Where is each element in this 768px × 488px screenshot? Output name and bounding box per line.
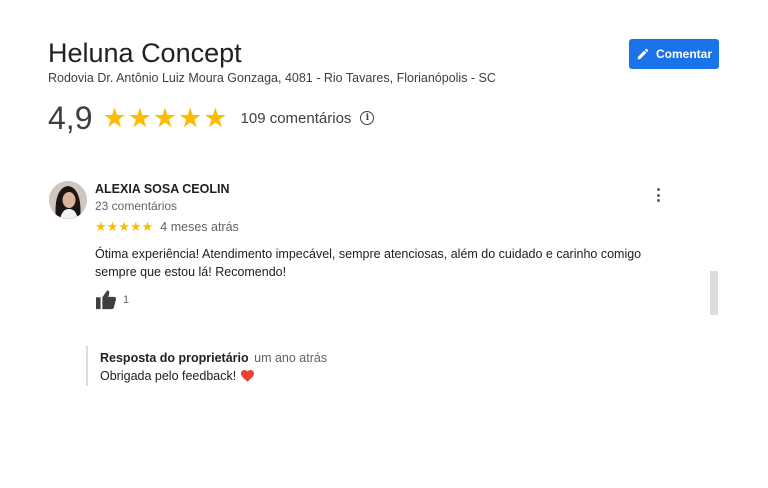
rating-stars: ★★★★★ bbox=[102, 102, 229, 133]
owner-response: Resposta do proprietário um ano atrás Ob… bbox=[86, 346, 327, 386]
owner-response-label: Resposta do proprietário bbox=[100, 351, 249, 365]
owner-response-time: um ano atrás bbox=[254, 351, 328, 365]
like-count: 1 bbox=[123, 294, 130, 306]
owner-response-text: Obrigada pelo feedback! bbox=[100, 369, 237, 383]
like-row: 1 bbox=[95, 290, 129, 310]
business-name: Heluna Concept bbox=[48, 38, 242, 68]
review-text: Ótima experiência! Atendimento impecável… bbox=[95, 247, 642, 279]
review-meta: ★★★★★ 4 meses atrás bbox=[95, 219, 239, 235]
rating-summary: 4,9 ★★★★★ 109 comentários i bbox=[48, 99, 375, 136]
review-time: 4 meses atrás bbox=[160, 220, 239, 234]
comment-button-label: Comentar bbox=[655, 47, 712, 61]
info-icon[interactable]: i bbox=[360, 111, 375, 125]
more-vert-icon[interactable] bbox=[652, 188, 664, 208]
rating-value: 4,9 bbox=[48, 99, 93, 136]
reviewer-avatar[interactable] bbox=[49, 181, 87, 219]
thumb-up-icon[interactable] bbox=[95, 290, 117, 310]
pencil-icon bbox=[637, 48, 649, 60]
scrollbar[interactable] bbox=[710, 271, 718, 315]
comment-button[interactable]: Comentar bbox=[629, 39, 719, 69]
review-stars: ★★★★★ bbox=[95, 219, 154, 234]
rating-count[interactable]: 109 comentários bbox=[241, 110, 352, 127]
reviewer-review-count[interactable]: 23 comentários bbox=[95, 199, 177, 213]
heart-icon bbox=[241, 370, 255, 382]
reviewer-name[interactable]: ALEXIA SOSA CEOLIN bbox=[95, 182, 230, 196]
business-address: Rodovia Dr. Antônio Luiz Moura Gonzaga, … bbox=[48, 71, 496, 85]
